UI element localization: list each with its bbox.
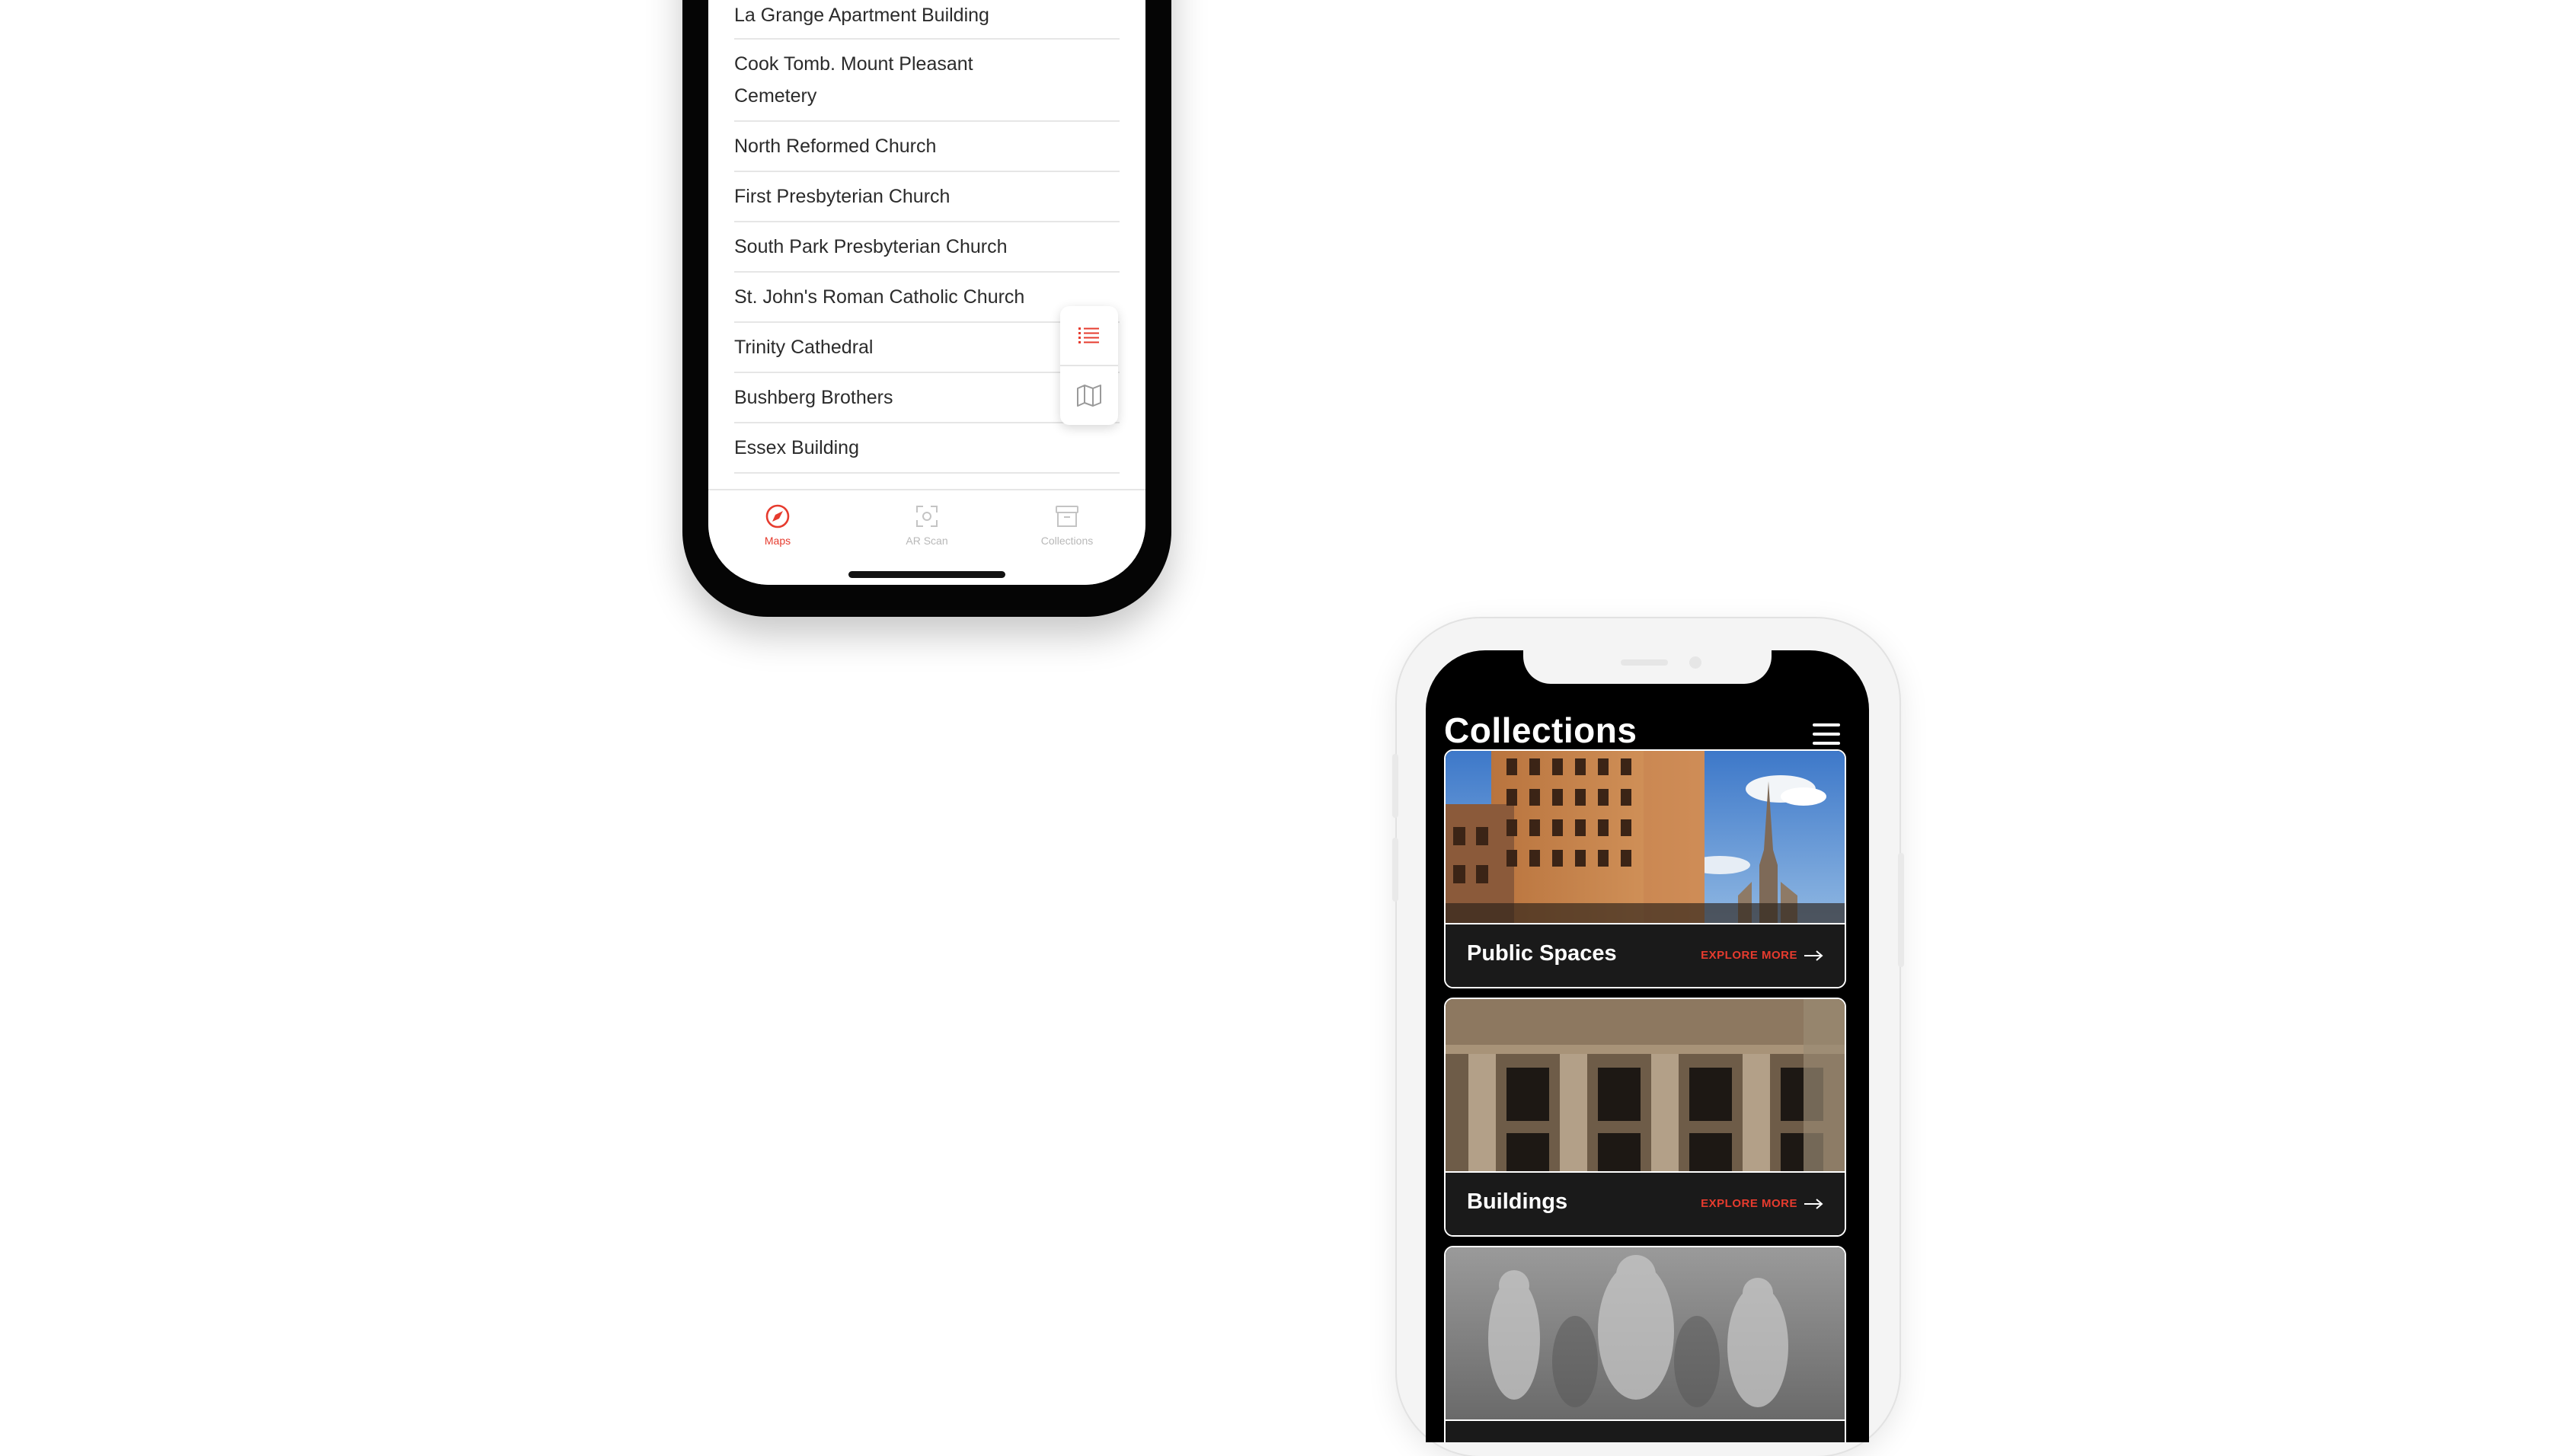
list-item[interactable]: Essex Building: [734, 423, 1120, 474]
list-item[interactable]: South Park Presbyterian Church: [734, 222, 1120, 273]
card-footer: Public Spaces EXPLORE MORE: [1446, 923, 1845, 987]
compass-icon: [765, 504, 790, 528]
list-item-label: Bushberg Brothers: [734, 387, 893, 408]
page-title: Collections: [1444, 710, 1637, 750]
list-item[interactable]: First Presbyterian Church: [734, 172, 1120, 222]
list-item-label: La Grange Apartment Building: [734, 5, 989, 26]
card-title: Public Spaces: [1467, 941, 1617, 966]
notch: [1523, 650, 1772, 684]
arrow-right-icon: [1804, 1198, 1823, 1209]
list-item[interactable]: Cook Tomb. Mount Pleasant Cemetery: [734, 40, 1120, 122]
explore-more-link[interactable]: EXPLORE MORE: [1701, 949, 1823, 962]
view-toggle: [1060, 306, 1118, 425]
phone-list-view: La Grange Apartment Building Cook Tomb. …: [682, 0, 1171, 617]
collection-card-public-spaces[interactable]: Public Spaces EXPLORE MORE: [1444, 749, 1846, 988]
tab-ar-scan[interactable]: AR Scan: [870, 501, 984, 547]
list-item-label: North Reformed Church: [734, 136, 937, 157]
tab-collections[interactable]: Collections: [1010, 501, 1124, 547]
list-view-button[interactable]: [1060, 306, 1118, 366]
home-indicator: [848, 571, 1005, 578]
list-item-label: Essex Building: [734, 437, 859, 458]
tab-label: AR Scan: [906, 535, 948, 547]
power-button: [1898, 853, 1904, 967]
collection-card-buildings[interactable]: Buildings EXPLORE MORE: [1444, 998, 1846, 1237]
card-title: Buildings: [1467, 1189, 1568, 1214]
front-camera: [1689, 656, 1701, 669]
list-item[interactable]: La Grange Apartment Building: [734, 0, 1120, 40]
public-spaces-photo: [1446, 751, 1845, 923]
card-footer: Buildings EXPLORE MORE: [1446, 1171, 1845, 1235]
list-screen: La Grange Apartment Building Cook Tomb. …: [708, 0, 1145, 585]
tab-maps[interactable]: Maps: [720, 501, 835, 547]
list-item-label: Trinity Cathedral: [734, 337, 874, 358]
hamburger-menu-icon[interactable]: [1813, 723, 1843, 748]
collection-card-sculpture[interactable]: [1444, 1246, 1846, 1442]
sculpture-photo: [1446, 1247, 1845, 1419]
list-item-label: St. John's Roman Catholic Church: [734, 286, 1025, 308]
list-icon: [1078, 327, 1099, 343]
archive-icon: [1056, 506, 1078, 527]
map-view-button[interactable]: [1060, 366, 1118, 424]
card-footer: [1446, 1419, 1845, 1442]
explore-more-label: EXPLORE MORE: [1701, 949, 1797, 962]
map-icon: [1077, 384, 1101, 407]
collections-screen: Collections Public Spaces EXPLORE MORE B…: [1426, 650, 1869, 1442]
speaker-grille: [1621, 659, 1668, 666]
explore-more-label: EXPLORE MORE: [1701, 1197, 1797, 1210]
list-item[interactable]: North Reformed Church: [734, 122, 1120, 172]
explore-more-link[interactable]: EXPLORE MORE: [1701, 1197, 1823, 1210]
scan-icon: [916, 506, 938, 527]
list-item-label: First Presbyterian Church: [734, 186, 951, 207]
tab-label: Collections: [1040, 535, 1094, 547]
volume-up-button: [1392, 754, 1398, 818]
volume-down-button: [1392, 838, 1398, 902]
list-item-label: Cook Tomb. Mount Pleasant Cemetery: [734, 53, 973, 107]
list-item-label: South Park Presbyterian Church: [734, 236, 1008, 257]
arrow-right-icon: [1804, 950, 1823, 961]
tab-label: Maps: [764, 535, 791, 547]
buildings-photo: [1446, 999, 1845, 1171]
